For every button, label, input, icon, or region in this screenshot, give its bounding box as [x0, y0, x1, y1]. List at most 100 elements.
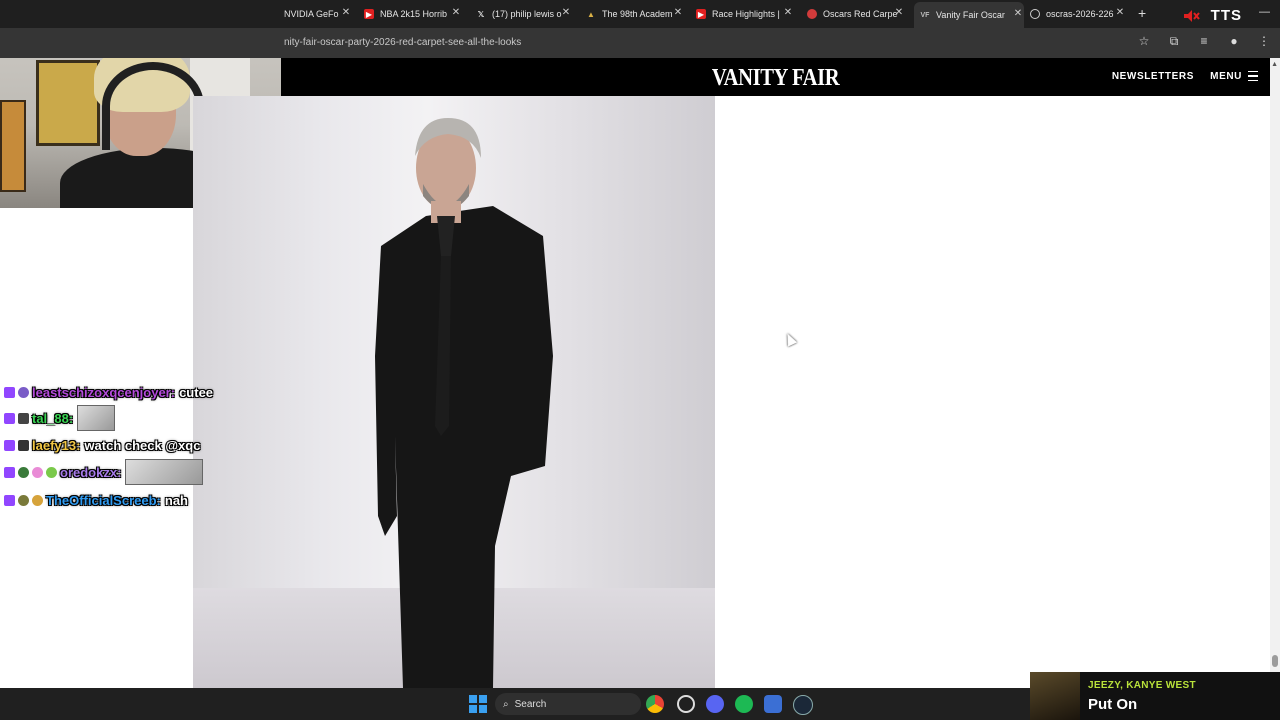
toolbar-icons: ☆ ⧉ ≡ ● ⋮: [1136, 34, 1272, 49]
news-icon: [807, 9, 817, 19]
twitch-badge-icon: [4, 386, 15, 398]
twitch-badge-icon: [4, 466, 15, 478]
media-control-icon[interactable]: ≡: [1196, 34, 1212, 49]
tab-red-carpet[interactable]: Oscars Red Carpe ✕: [807, 4, 905, 24]
chat-username[interactable]: oredokzx:: [60, 465, 121, 480]
windows-start-icon[interactable]: [469, 695, 487, 713]
chat-username[interactable]: tal_88:: [32, 411, 73, 426]
extensions-icon[interactable]: ⧉: [1166, 34, 1182, 49]
tts-overlay: TTS: [1210, 7, 1242, 24]
bookmark-star-icon[interactable]: ☆: [1136, 34, 1152, 49]
globe-icon: [1030, 9, 1040, 19]
wall-art: [36, 60, 100, 146]
oscars-icon: ▲: [587, 9, 595, 19]
more-menu-icon[interactable]: ⋮: [1256, 34, 1272, 49]
chat-message: oredokzx:: [4, 459, 204, 485]
menu-label: MENU: [1210, 71, 1242, 82]
tab-label: NVIDIA GeFo: [284, 9, 339, 19]
sub-badge-icon: [18, 439, 29, 451]
browser-tab-bar: NVIDIA GeFo ✕ ▶ NBA 2k15 Horrib ✕ 𝕏 (17)…: [0, 0, 1280, 28]
close-icon[interactable]: ✕: [782, 7, 794, 18]
tab-label: The 98th Academ: [602, 9, 673, 19]
close-icon[interactable]: ✕: [672, 7, 684, 18]
tab-x[interactable]: 𝕏 (17) philip lewis o ✕: [476, 4, 572, 24]
sub-badge-icon: [18, 466, 29, 478]
new-tab-button[interactable]: +: [1138, 5, 1146, 21]
chat-username[interactable]: laefy13:: [32, 438, 80, 453]
address-bar: nity-fair-oscar-party-2026-red-carpet-se…: [0, 28, 1280, 58]
tab-label: Oscars Red Carpe: [823, 9, 898, 19]
vanity-fair-logo[interactable]: VANITY FAIR: [350, 65, 1201, 92]
search-icon: ⌕: [503, 698, 509, 710]
profile-avatar-icon[interactable]: ●: [1226, 34, 1242, 49]
menu-button[interactable]: MENU: [1210, 71, 1258, 82]
chat-emote-image: [77, 405, 116, 431]
chat-message: tal_88:: [4, 405, 116, 431]
site-header: VANITY FAIR NEWSLETTERS MENU: [281, 58, 1270, 96]
spotify-icon[interactable]: [735, 695, 753, 713]
close-icon[interactable]: ✕: [450, 7, 462, 18]
chat-username[interactable]: TheOfficialScreeb:: [46, 493, 161, 508]
emote-badge-icon: [32, 494, 43, 506]
app-icon[interactable]: [764, 695, 782, 713]
close-icon[interactable]: ✕: [340, 7, 352, 18]
tab-nvidia[interactable]: NVIDIA GeFo ✕: [284, 4, 352, 24]
twitch-badge-icon: [4, 412, 15, 424]
tab-race[interactable]: ▶ Race Highlights | ✕: [696, 4, 794, 24]
chat-emote-image: [125, 459, 204, 485]
chat-text: cutee: [179, 384, 214, 400]
mouse-cursor: [782, 331, 798, 347]
twitch-badge-icon: [4, 439, 15, 451]
youtube-icon: ▶: [696, 9, 706, 19]
muted-speaker-icon: [1184, 10, 1200, 22]
sub-badge-icon: [18, 412, 29, 424]
red-carpet-photo: [193, 96, 715, 688]
tab-label: NBA 2k15 Horrib: [380, 9, 448, 19]
tab-label: Race Highlights |: [712, 9, 780, 19]
scrollbar-thumb[interactable]: [1272, 655, 1278, 667]
man-in-suit-figure: [375, 118, 553, 688]
window-controls[interactable]: —: [1259, 6, 1270, 18]
tab-label: (17) philip lewis o: [492, 9, 562, 19]
tab-oscras[interactable]: oscras-2026-226 ✕: [1030, 4, 1126, 24]
close-icon[interactable]: ✕: [560, 7, 572, 18]
emote-badge-icon: [32, 466, 43, 478]
search-label: Search: [514, 698, 547, 710]
discord-icon[interactable]: [706, 695, 724, 713]
newsletters-link[interactable]: NEWSLETTERS: [1112, 71, 1194, 82]
scroll-up-arrow-icon[interactable]: ▲: [1271, 61, 1278, 68]
close-icon[interactable]: ✕: [893, 7, 905, 18]
close-icon[interactable]: ✕: [1012, 8, 1024, 19]
sub-badge-icon: [18, 494, 29, 506]
close-icon[interactable]: ✕: [1114, 7, 1126, 18]
url-text[interactable]: nity-fair-oscar-party-2026-red-carpet-se…: [284, 37, 521, 48]
chat-message: TheOfficialScreeb: nah: [4, 488, 188, 512]
vf-icon: VF: [920, 11, 930, 19]
app-icon[interactable]: [677, 695, 695, 713]
tab-academy[interactable]: ▲ The 98th Academ ✕: [586, 4, 684, 24]
page-scrollbar[interactable]: [1270, 58, 1280, 688]
steam-icon[interactable]: [793, 695, 813, 715]
youtube-icon: ▶: [364, 9, 374, 19]
chat-text: nah: [164, 492, 188, 508]
chat-message: laefy13: watch check @xqc: [4, 433, 200, 457]
taskbar-search[interactable]: ⌕ Search: [495, 693, 641, 715]
chat-text: watch check @xqc: [84, 437, 201, 453]
now-playing-song: Put On: [1088, 696, 1138, 713]
chat-username[interactable]: leastschizoxqcenjoyer:: [32, 385, 175, 400]
hamburger-icon: [1248, 71, 1258, 82]
chrome-icon[interactable]: [646, 695, 664, 713]
now-playing-overlay: JEEZY, KANYE WEST Put On: [1030, 672, 1280, 720]
emote-badge-icon: [46, 466, 57, 478]
headphones: [102, 62, 204, 150]
tab-nba[interactable]: ▶ NBA 2k15 Horrib ✕: [364, 4, 462, 24]
x-icon: 𝕏: [477, 9, 485, 19]
now-playing-artist: JEEZY, KANYE WEST: [1088, 680, 1196, 691]
chat-message: leastschizoxqcenjoyer: cutee: [4, 380, 213, 404]
tab-vanity-fair[interactable]: VF Vanity Fair Oscar ✕: [914, 2, 1024, 28]
twitch-badge-icon: [4, 494, 15, 506]
album-art: [1030, 672, 1080, 720]
tab-label: oscras-2026-226: [1046, 9, 1114, 19]
wall-art-left: [0, 100, 26, 192]
sub-badge-icon: [18, 386, 29, 398]
